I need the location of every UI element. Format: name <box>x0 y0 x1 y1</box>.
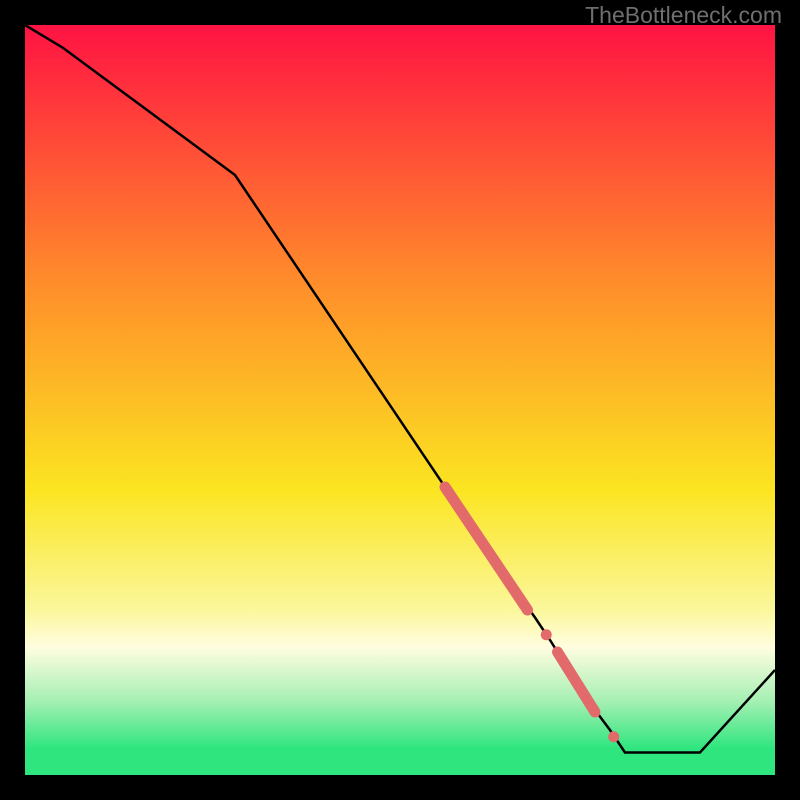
chart-frame: TheBottleneck.com <box>0 0 800 800</box>
plot-background <box>25 25 775 775</box>
highlight-dot-2 <box>608 731 619 742</box>
highlight-dot-1 <box>541 629 552 640</box>
watermark-text: TheBottleneck.com <box>585 2 782 29</box>
bottleneck-chart <box>25 25 775 775</box>
